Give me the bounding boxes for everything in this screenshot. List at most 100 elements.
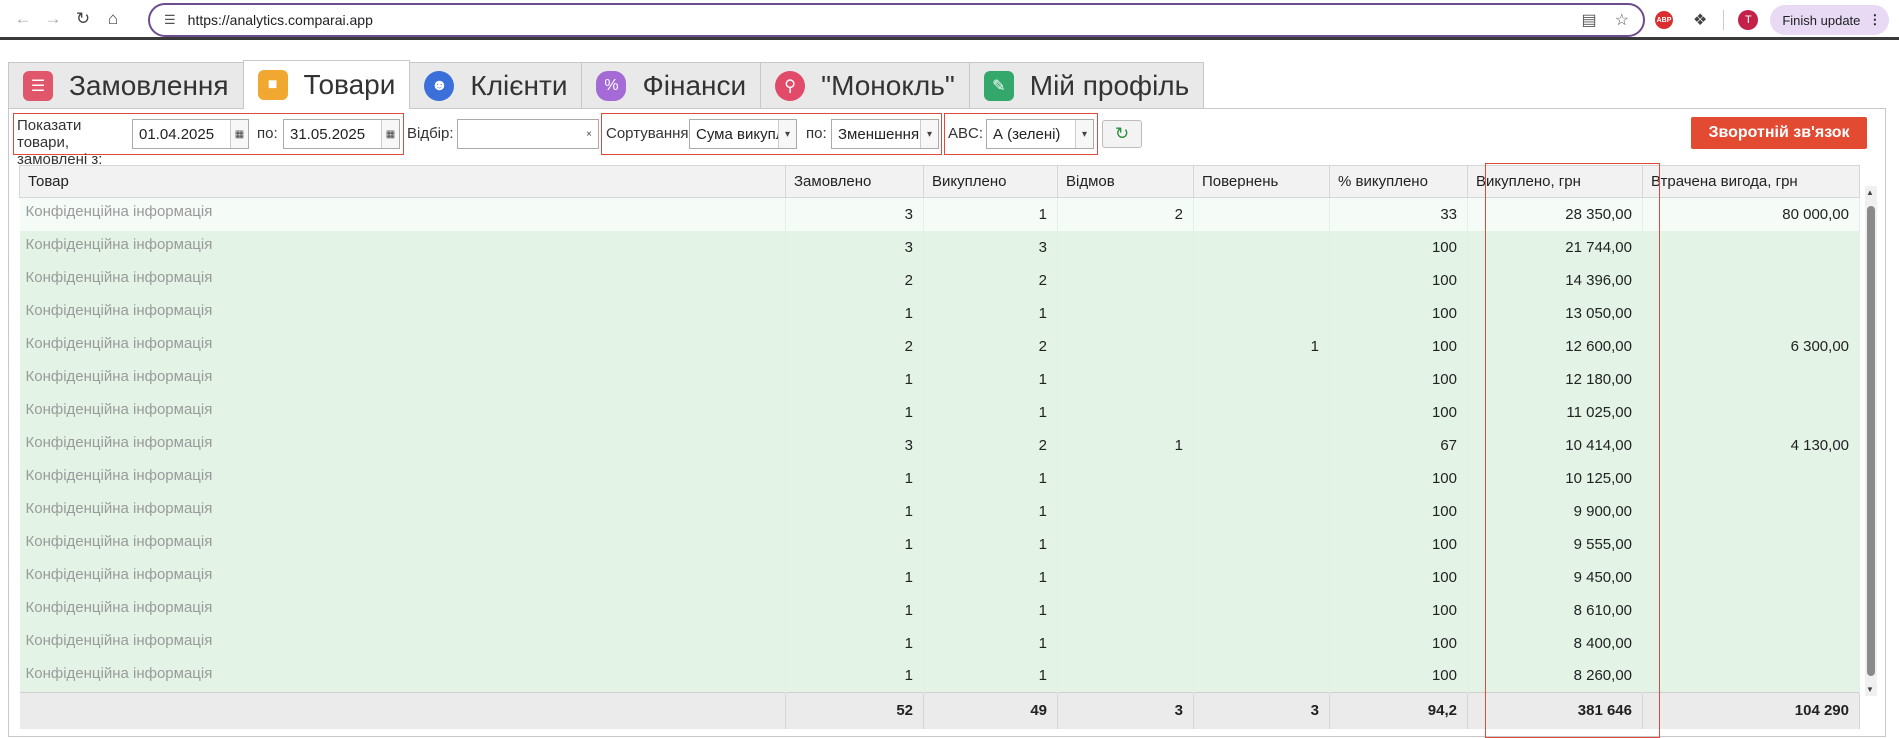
table-cell: 28 350,00 [1467,197,1643,231]
url-text[interactable]: https://analytics.comparai.app [188,12,1564,28]
column-header[interactable]: Товар [19,165,786,198]
product-name-cell: Конфіденційна інформація [19,329,786,363]
table-cell [1642,461,1860,495]
sort-direction-select[interactable]: Зменшенням ▾ [831,119,939,149]
table-row[interactable]: Конфіденційна інформація 1 1 100 11 025,00 [19,395,1860,429]
table-row[interactable]: Конфіденційна інформація 3 2 1 67 10 414,00 4 … [19,428,1860,462]
total-cell: 94,2 [1329,692,1468,729]
table-row[interactable]: Конфіденційна інформація 1 1 100 8 260,00 [19,659,1860,693]
tab-finance[interactable]: % Фінанси [581,62,762,109]
table-cell: 1 [923,494,1058,528]
table-cell: 6 300,00 [1642,329,1860,363]
product-name-cell: Конфіденційна інформація [19,527,786,561]
adblock-icon[interactable]: ABP [1655,11,1673,29]
home-icon[interactable]: ⌂ [98,4,128,34]
table-cell [1057,593,1194,627]
table-cell: 1 [785,593,924,627]
column-header[interactable]: Замовлено [785,165,924,198]
app-root: ☰ Замовлення ■ Товари ☻ Клієнти % Фінанс… [8,60,1886,738]
tab-products[interactable]: ■ Товари [242,60,411,109]
address-bar[interactable]: ☰ https://analytics.comparai.app ▤ ☆ [148,3,1645,37]
product-name-cell: Конфіденційна інформація [19,296,786,330]
abc-select[interactable]: А (зелені) ▾ [986,119,1094,149]
refresh-button[interactable]: ↻ [1102,120,1142,148]
column-header[interactable]: Втрачена вигода, грн [1642,165,1860,198]
forward-icon[interactable]: → [38,4,68,34]
bookmark-star-icon[interactable]: ☆ [1615,10,1629,30]
table-row[interactable]: Конфіденційна інформація 1 1 100 8 610,00 [19,593,1860,627]
refresh-icon: ↻ [1114,124,1130,143]
column-header[interactable]: Викуплено [923,165,1058,198]
table-row[interactable]: Конфіденційна інформація 2 2 100 14 396,00 [19,263,1860,297]
extensions-icon[interactable]: ❖ [1693,10,1707,30]
tab-monocle[interactable]: ⚲ "Монокль" [760,62,970,109]
table-cell: 1 [923,560,1058,594]
table-cell: 100 [1329,230,1468,264]
column-header[interactable]: Відмов [1057,165,1194,198]
product-name-cell: Конфіденційна інформація [19,593,786,627]
table-cell [1057,461,1194,495]
tab-clients[interactable]: ☻ Клієнти [409,62,583,109]
tab-orders[interactable]: ☰ Замовлення [8,62,244,109]
table-cell [1642,593,1860,627]
finish-update-button[interactable]: Finish update ⋮ [1770,5,1890,35]
table-row[interactable]: Конфіденційна інформація 1 1 100 9 555,00 [19,527,1860,561]
chevron-down-icon[interactable]: ▾ [1075,120,1093,148]
profile-avatar[interactable]: T [1738,10,1759,30]
column-header[interactable]: % викуплено [1329,165,1468,198]
table-cell: 100 [1329,527,1468,561]
vertical-scrollbar[interactable]: ▲ ▼ [1865,186,1877,696]
sort-field-select[interactable]: Сума викупле ▾ [689,119,797,149]
table-cell: 1 [785,527,924,561]
column-header[interactable]: Викуплено, грн [1467,165,1643,198]
product-name-cell: Конфіденційна інформація [19,461,786,495]
table-cell: 12 180,00 [1467,362,1643,396]
reload-icon[interactable]: ↻ [68,4,98,34]
scroll-up-icon[interactable]: ▲ [1866,188,1874,197]
table-cell: 100 [1329,263,1468,297]
total-cell: 49 [923,692,1058,729]
total-cell [19,692,786,729]
date-from-field[interactable]: 01.04.2025 ▦ [132,119,249,149]
table-cell: 100 [1329,494,1468,528]
table-cell: 1 [785,296,924,330]
table-row[interactable]: Конфіденційна інформація 1 1 100 8 400,00 [19,626,1860,660]
column-header[interactable]: Повернень [1193,165,1330,198]
table-cell [1057,560,1194,594]
back-icon[interactable]: ← [8,4,38,34]
site-settings-icon[interactable]: ☰ [164,12,176,28]
clients-icon: ☻ [424,71,455,101]
filter-input[interactable]: × [457,119,599,149]
scrollbar-thumb[interactable] [1867,206,1875,676]
table-cell: 1 [923,626,1058,660]
feedback-button[interactable]: Зворотній зв'язок [1691,117,1867,149]
table-row[interactable]: Конфіденційна інформація 2 2 1 100 12 600,00 6… [19,329,1860,363]
tab-profile[interactable]: ✎ Мій профіль [968,62,1205,109]
products-panel: Показати товари, замовлені з: 01.04.2025… [8,108,1886,738]
scroll-down-icon[interactable]: ▼ [1866,685,1874,694]
date-to-value: 31.05.2025 [290,125,366,143]
table-row[interactable]: Конфіденційна інформація 1 1 100 9 450,00 [19,560,1860,594]
calendar-icon[interactable]: ▦ [381,120,399,148]
table-cell: 100 [1329,593,1468,627]
sort-direction-value: Зменшенням [838,125,930,143]
table-cell [1057,527,1194,561]
date-to-field[interactable]: 31.05.2025 ▦ [283,119,400,149]
table-row[interactable]: Конфіденційна інформація 1 1 100 9 900,00 [19,494,1860,528]
table-row[interactable]: Конфіденційна інформація 3 1 2 33 28 350,00 80… [19,197,1860,231]
table-cell: 3 [785,428,924,462]
table-cell: 1 [923,362,1058,396]
chevron-down-icon[interactable]: ▾ [778,120,796,148]
table-row[interactable]: Конфіденційна інформація 1 1 100 13 050,00 [19,296,1860,330]
clipboard-icon[interactable]: ▤ [1582,10,1597,30]
clear-icon[interactable]: × [580,120,598,148]
more-menu-icon[interactable]: ⋮ [1868,12,1881,28]
calendar-icon[interactable]: ▦ [230,120,248,148]
tab-label: Фінанси [642,70,747,101]
product-name-cell: Конфіденційна інформація [19,659,786,693]
table-row[interactable]: Конфіденційна інформація 1 1 100 10 125,00 [19,461,1860,495]
chevron-down-icon[interactable]: ▾ [920,120,938,148]
table-row[interactable]: Конфіденційна інформація 3 3 100 21 744,00 [19,230,1860,264]
table-cell [1193,494,1330,528]
table-row[interactable]: Конфіденційна інформація 1 1 100 12 180,00 [19,362,1860,396]
